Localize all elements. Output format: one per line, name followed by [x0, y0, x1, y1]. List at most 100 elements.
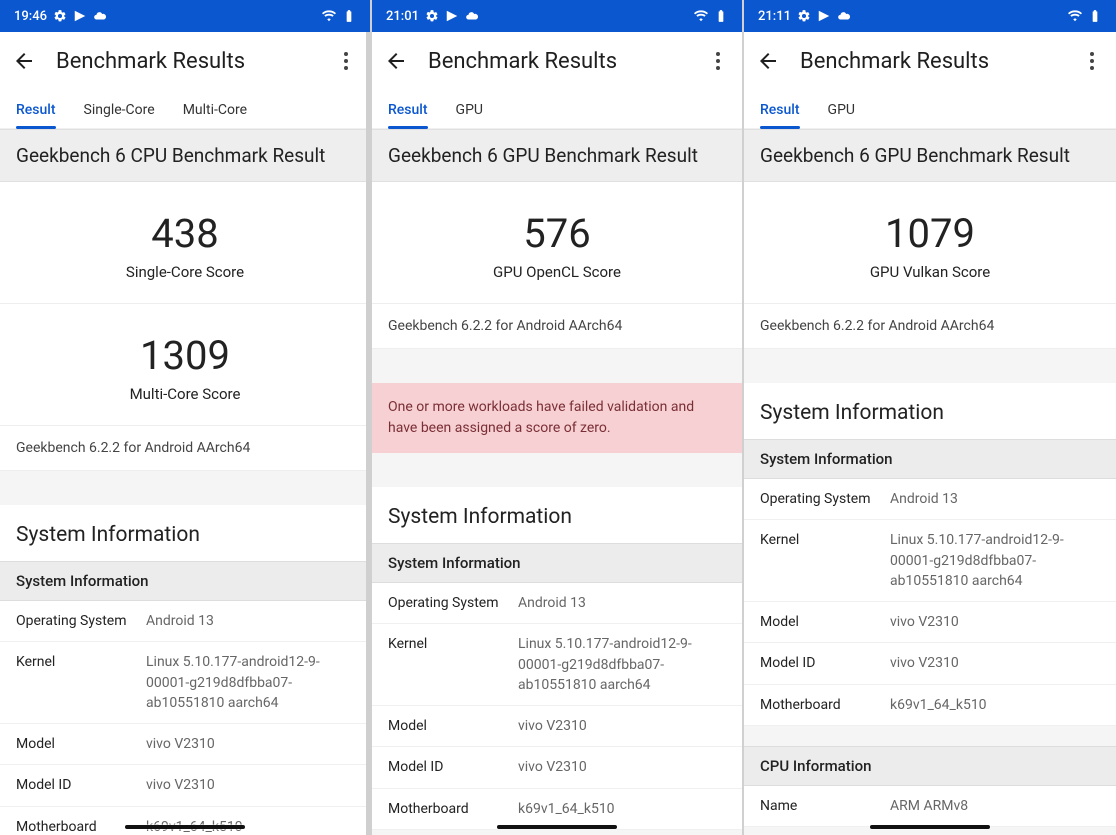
phone-screen: 19:46 Benchmark ResultsResult Single-Core M…: [0, 0, 372, 835]
table-row: KernelLinux 5.10.177-android12-9-00001-g…: [0, 642, 370, 724]
system-information-subheader: System Information: [744, 439, 1116, 479]
gear-icon: [425, 9, 439, 23]
page-title: Benchmark Results: [56, 49, 314, 74]
play-icon: [445, 9, 459, 23]
content-scroll[interactable]: Geekbench 6 GPU Benchmark Result 576 GPU O…: [372, 129, 742, 835]
row-key: Operating System: [16, 611, 146, 631]
row-value: vivo V2310: [890, 653, 959, 673]
page-title: Benchmark Results: [800, 49, 1060, 74]
row-key: Model: [760, 612, 890, 632]
spacer: [744, 349, 1116, 383]
score-label: GPU Vulkan Score: [744, 263, 1116, 281]
battery-icon: [714, 9, 728, 23]
result-heading: Geekbench 6 GPU Benchmark Result: [372, 129, 742, 182]
version-line: Geekbench 6.2.2 for Android AArch64: [0, 426, 370, 471]
row-key: Kernel: [760, 530, 890, 591]
score-label: GPU OpenCL Score: [372, 263, 742, 281]
status-time: 19:46: [14, 9, 47, 24]
row-key: Model: [388, 716, 518, 736]
tab-result[interactable]: Result: [388, 90, 428, 128]
tab-bar: Result GPU: [372, 90, 742, 129]
warning-panel: One or more workloads have failed valida…: [372, 383, 742, 453]
android-nav-pill[interactable]: [497, 825, 617, 829]
row-value: vivo V2310: [518, 716, 587, 736]
score-value: 1079: [744, 210, 1116, 257]
tab-bar: Result Single-Core Multi-Core: [0, 90, 370, 129]
status-time: 21:01: [386, 9, 419, 24]
play-icon: [73, 9, 87, 23]
app-bar: Benchmark Results: [0, 32, 370, 90]
row-value: ARM ARMv8: [890, 796, 968, 816]
overflow-menu-button[interactable]: [334, 49, 358, 73]
row-key: Motherboard: [388, 799, 518, 819]
row-value: vivo V2310: [518, 757, 587, 777]
row-key: Model: [16, 734, 146, 754]
battery-icon: [342, 9, 356, 23]
score-block: 438Single-Core Score: [0, 182, 370, 304]
app-bar: Benchmark Results: [372, 32, 742, 90]
play-icon: [817, 9, 831, 23]
back-button[interactable]: [12, 49, 36, 73]
cloud-icon: [465, 9, 479, 23]
scrollbar[interactable]: [366, 32, 370, 835]
table-row: Modelvivo V2310: [372, 706, 742, 747]
content-scroll[interactable]: Geekbench 6 GPU Benchmark Result 1079 GPU …: [744, 129, 1116, 835]
version-line: Geekbench 6.2.2 for Android AArch64: [744, 304, 1116, 349]
tab-gpu[interactable]: GPU: [828, 90, 855, 128]
row-value: k69v1_64_k510: [890, 695, 987, 715]
status-time: 21:11: [758, 9, 791, 24]
row-key: Model ID: [760, 653, 890, 673]
spacer: [744, 726, 1116, 746]
tab-single-core[interactable]: Single-Core: [84, 90, 155, 128]
row-value: Android 13: [518, 593, 586, 613]
score-block: 576 GPU OpenCL Score: [372, 182, 742, 304]
score-block: 1079 GPU Vulkan Score: [744, 182, 1116, 304]
row-key: Model ID: [388, 757, 518, 777]
result-heading: Geekbench 6 GPU Benchmark Result: [744, 129, 1116, 182]
table-row: Motherboardk69v1_64_k510: [0, 807, 370, 835]
table-row: Modelvivo V2310: [744, 602, 1116, 643]
gear-icon: [797, 9, 811, 23]
android-nav-pill[interactable]: [870, 825, 990, 829]
table-row: Motherboardk69v1_64_k510: [372, 789, 742, 830]
spacer: [372, 349, 742, 383]
row-key: Operating System: [760, 489, 890, 509]
table-row: Operating SystemAndroid 13: [372, 583, 742, 624]
status-bar: 21:11: [744, 0, 1116, 32]
result-heading: Geekbench 6 CPU Benchmark Result: [0, 129, 370, 182]
table-row: Operating SystemAndroid 13: [744, 479, 1116, 520]
tab-gpu[interactable]: GPU: [456, 90, 483, 128]
row-key: Kernel: [16, 652, 146, 713]
status-bar: 19:46: [0, 0, 370, 32]
tab-result[interactable]: Result: [760, 90, 800, 128]
row-value: vivo V2310: [890, 612, 959, 632]
spacer: [0, 471, 370, 505]
cpu-information-subheader: CPU Information: [744, 746, 1116, 786]
table-row: Motherboardk69v1_64_k510: [744, 685, 1116, 726]
tab-multi-core[interactable]: Multi-Core: [183, 90, 247, 128]
back-button[interactable]: [384, 49, 408, 73]
row-key: Name: [760, 796, 890, 816]
app-bar: Benchmark Results: [744, 32, 1116, 90]
tab-result[interactable]: Result: [16, 90, 56, 128]
row-value: vivo V2310: [146, 775, 215, 795]
row-value: k69v1_64_k510: [518, 799, 615, 819]
overflow-menu-button[interactable]: [706, 49, 730, 73]
back-button[interactable]: [756, 49, 780, 73]
row-value: Linux 5.10.177-android12-9-00001-g219d8d…: [146, 652, 354, 713]
gear-icon: [53, 9, 67, 23]
spacer: [372, 453, 742, 487]
row-value: Android 13: [890, 489, 958, 509]
android-nav-pill[interactable]: [125, 825, 245, 829]
table-row: Model IDvivo V2310: [0, 765, 370, 806]
score-value: 438: [0, 210, 370, 257]
overflow-menu-button[interactable]: [1080, 49, 1104, 73]
table-row: Model IDvivo V2310: [372, 747, 742, 788]
row-value: Linux 5.10.177-android12-9-00001-g219d8d…: [890, 530, 1100, 591]
content-scroll[interactable]: Geekbench 6 CPU Benchmark Result438Singl…: [0, 129, 370, 835]
table-row: Model IDvivo V2310: [744, 643, 1116, 684]
score-value: 576: [372, 210, 742, 257]
row-value: vivo V2310: [146, 734, 215, 754]
phone-screen: 21:01 Benchmark ResultsResult GPUGeekbench…: [372, 0, 744, 835]
row-key: Motherboard: [760, 695, 890, 715]
